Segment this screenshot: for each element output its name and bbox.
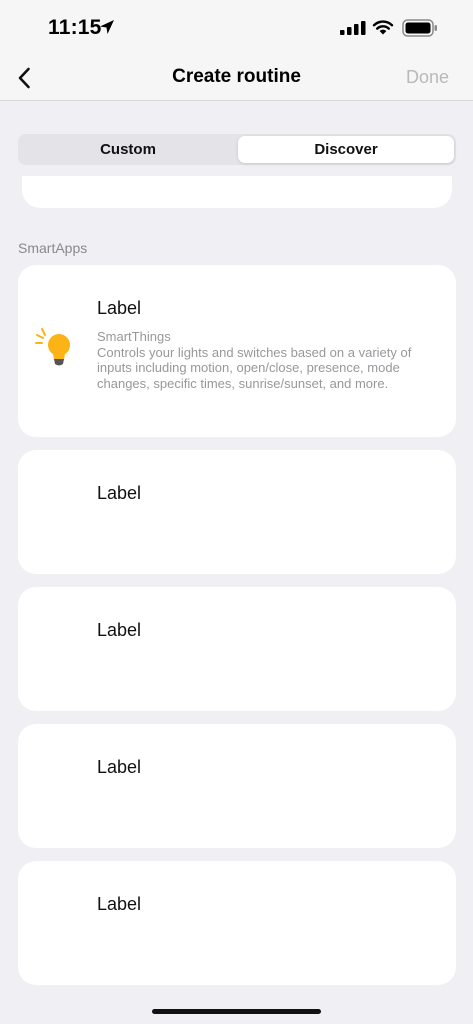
done-button[interactable]: Done xyxy=(406,67,449,88)
tab-discover[interactable]: Discover xyxy=(238,136,454,163)
card-description: SmartThings Controls your lights and swi… xyxy=(97,329,437,391)
partial-card[interactable] xyxy=(22,176,452,208)
page-title: Create routine xyxy=(172,66,301,87)
navigation-bar: Create routine Done xyxy=(0,56,473,101)
segmented-control: Custom Discover xyxy=(18,134,456,165)
wifi-icon xyxy=(372,20,394,35)
section-header: SmartApps xyxy=(18,240,88,256)
smartapp-card[interactable]: Label xyxy=(18,587,456,711)
lightbulb-icon xyxy=(35,328,70,366)
card-label: Label xyxy=(97,757,142,777)
battery-icon xyxy=(402,19,437,37)
card-description-text: Controls your lights and switches based … xyxy=(97,344,412,391)
card-label: Label xyxy=(97,894,142,914)
status-bar: 11:15 xyxy=(0,0,473,56)
smartapp-card[interactable]: Label xyxy=(18,861,456,985)
smartapp-card[interactable]: Label xyxy=(18,724,456,848)
home-indicator[interactable] xyxy=(152,1009,321,1014)
card-label: Label xyxy=(97,298,142,318)
card-label: Label xyxy=(97,620,142,640)
smartapp-card[interactable]: Label SmartThings Controls your lights a… xyxy=(18,265,456,437)
card-publisher: SmartThings xyxy=(97,329,171,344)
status-time: 11:15 xyxy=(48,16,102,39)
location-arrow-icon xyxy=(100,20,114,34)
smartapp-card[interactable]: Label xyxy=(18,450,456,574)
tab-custom[interactable]: Custom xyxy=(20,136,236,163)
card-label: Label xyxy=(97,483,142,503)
cellular-signal-icon xyxy=(340,21,366,35)
